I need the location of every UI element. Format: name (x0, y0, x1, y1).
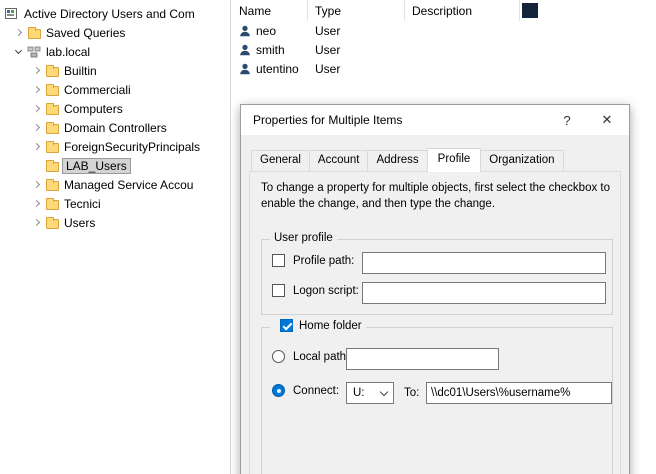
list-cell-name: utentino (256, 62, 299, 76)
chevron-right-icon[interactable] (10, 30, 26, 35)
user-profile-groupbox: User profile Profile path: Logon script: (261, 239, 613, 315)
tree-item-label: Users (64, 216, 95, 230)
aduc-root-icon (4, 7, 20, 20)
chevron-right-icon[interactable] (28, 220, 44, 225)
logon-script-label: Logon script: (293, 285, 359, 297)
list-row-utentino[interactable]: utentino User (232, 59, 656, 78)
home-folder-checkbox[interactable] (280, 319, 293, 332)
tab-organization[interactable]: Organization (480, 150, 563, 171)
list-cell-type: User (308, 24, 405, 38)
chevron-right-icon[interactable] (28, 201, 44, 206)
folder-icon (44, 65, 60, 77)
tree-item-label: Domain Controllers (64, 121, 167, 135)
dialog-titlebar[interactable]: Properties for Multiple Items ? ✕ (241, 105, 629, 135)
local-path-label: Local path: (293, 351, 349, 363)
profile-path-checkbox[interactable] (272, 254, 285, 267)
aduc-window: Active Directory Users and Com Saved Que… (0, 0, 656, 474)
user-profile-group-label: User profile (270, 232, 337, 244)
list-cell-type: User (308, 43, 405, 57)
home-folder-group-label: Home folder (270, 319, 366, 332)
tree-item-managed-service-accounts[interactable]: Managed Service Accou (0, 175, 230, 194)
chevron-right-icon[interactable] (28, 125, 44, 130)
folder-icon (44, 179, 60, 191)
list-cell-name: smith (256, 43, 285, 57)
logon-script-checkbox[interactable] (272, 284, 285, 297)
logon-script-input[interactable] (362, 282, 606, 304)
properties-dialog: Properties for Multiple Items ? ✕ Genera… (240, 104, 630, 474)
instruction-text: To change a property for multiple object… (261, 181, 613, 212)
list-cell-type: User (308, 62, 405, 76)
tree-item-label: Saved Queries (46, 26, 125, 40)
chevron-right-icon[interactable] (28, 68, 44, 73)
tree-item-saved-queries[interactable]: Saved Queries (0, 23, 230, 42)
tree-item-builtin[interactable]: Builtin (0, 61, 230, 80)
folder-icon (44, 103, 60, 115)
connect-radio[interactable] (272, 384, 285, 397)
to-label: To: (404, 387, 419, 399)
dialog-title: Properties for Multiple Items (241, 113, 549, 127)
tree-item-label: Active Directory Users and Com (24, 7, 195, 21)
tree-item-tecnici[interactable]: Tecnici (0, 194, 230, 213)
tree-item-domain-controllers[interactable]: Domain Controllers (0, 118, 230, 137)
local-path-radio[interactable] (272, 350, 285, 363)
tree-item-foreignsecurityprincipals[interactable]: ForeignSecurityPrincipals (0, 137, 230, 156)
connect-path-input[interactable] (426, 382, 612, 404)
folder-icon (44, 198, 60, 210)
folder-icon (44, 141, 60, 153)
column-header-name[interactable]: Name (232, 0, 308, 21)
tree-item-computers[interactable]: Computers (0, 99, 230, 118)
help-button[interactable]: ? (549, 105, 585, 135)
list-row-neo[interactable]: neo User (232, 21, 656, 40)
user-icon (238, 62, 252, 76)
tree-item-label: lab.local (46, 45, 90, 59)
list-row-smith[interactable]: smith User (232, 40, 656, 59)
tree-item-label: Builtin (64, 64, 97, 78)
tab-account[interactable]: Account (309, 150, 369, 171)
chevron-right-icon[interactable] (28, 182, 44, 187)
tree-item-label-selected: LAB_Users (62, 158, 131, 174)
header-dark-block (522, 3, 538, 18)
profile-path-label: Profile path: (293, 255, 354, 267)
tab-address[interactable]: Address (367, 150, 427, 171)
tab-general[interactable]: General (251, 150, 310, 171)
tree-item-label: Managed Service Accou (64, 178, 193, 192)
folder-icon (44, 84, 60, 96)
tree-item-label: Commerciali (64, 83, 131, 97)
domain-icon (26, 46, 42, 58)
tab-profile[interactable]: Profile (427, 148, 482, 172)
chevron-right-icon[interactable] (28, 106, 44, 111)
list-cell-name: neo (256, 24, 276, 38)
home-folder-groupbox: Home folder Local path: Connect: U: To: (261, 327, 613, 474)
local-path-input[interactable] (346, 348, 499, 370)
list-column-header: Name Type Description (232, 0, 656, 21)
tree-item-commerciali[interactable]: Commerciali (0, 80, 230, 99)
drive-letter-dropdown[interactable]: U: (346, 382, 394, 404)
dialog-tab-strip: General Account Address Profile Organiza… (251, 150, 563, 172)
folder-icon (44, 122, 60, 134)
chevron-right-icon[interactable] (28, 144, 44, 149)
close-button[interactable]: ✕ (585, 105, 629, 135)
column-header-type[interactable]: Type (308, 0, 405, 21)
tree-item-label: Tecnici (64, 197, 101, 211)
user-icon (238, 43, 252, 57)
tree-item-root[interactable]: Active Directory Users and Com (0, 4, 230, 23)
profile-path-input[interactable] (362, 252, 606, 274)
home-folder-label: Home folder (299, 320, 362, 332)
drive-letter-value: U: (353, 387, 365, 399)
folder-icon (44, 217, 60, 229)
tree-item-users[interactable]: Users (0, 213, 230, 232)
folder-icon (26, 27, 42, 39)
connect-label: Connect: (293, 385, 339, 397)
column-header-description[interactable]: Description (405, 0, 520, 21)
chevron-down-icon[interactable] (10, 50, 26, 53)
console-tree-panel: Active Directory Users and Com Saved Que… (0, 0, 231, 474)
tree-item-lab-users[interactable]: LAB_Users (0, 156, 230, 175)
tree-item-label: Computers (64, 102, 123, 116)
chevron-down-icon (380, 387, 388, 395)
chevron-right-icon[interactable] (28, 87, 44, 92)
user-icon (238, 24, 252, 38)
tree-item-lab-local[interactable]: lab.local (0, 42, 230, 61)
folder-icon (44, 160, 60, 172)
tree-item-label: ForeignSecurityPrincipals (64, 140, 200, 154)
